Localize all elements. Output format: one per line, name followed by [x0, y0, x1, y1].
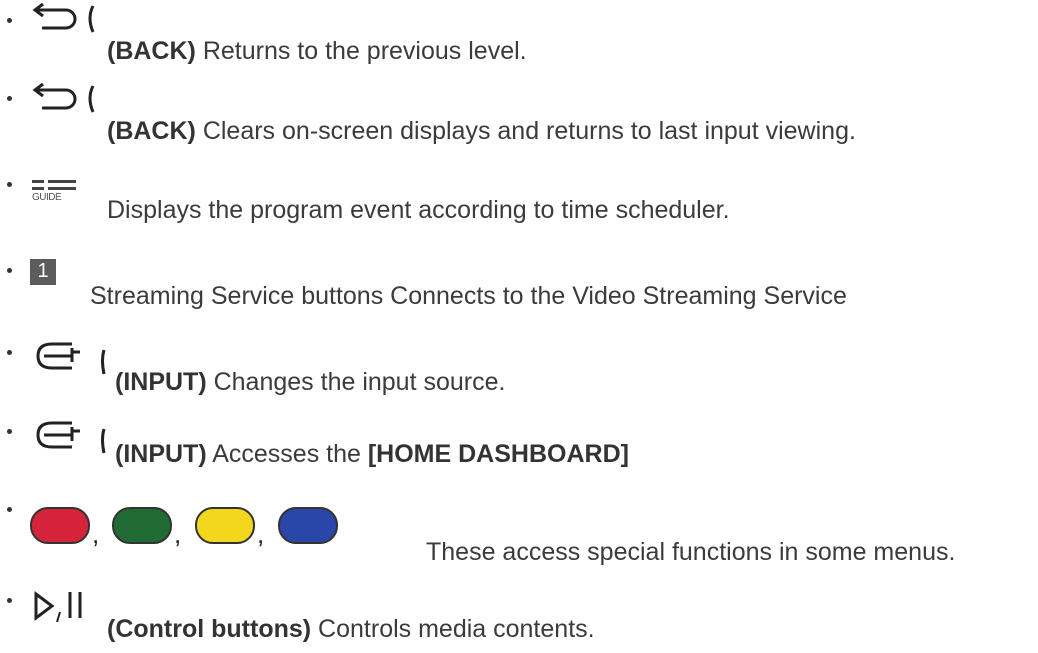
play-pause-icon [34, 591, 82, 622]
color-buttons-icon: , , , [30, 507, 410, 551]
list-item: (Control buttons) Controls media content… [0, 588, 1038, 648]
green-button-icon [112, 507, 172, 544]
bullet [7, 350, 12, 355]
list-item: (INPUT) Changes the input source. [0, 338, 1038, 398]
input-icon [36, 342, 106, 375]
list-item: (BACK) Returns to the previous level. [0, 0, 1038, 65]
guide-icon: GUIDE [32, 180, 92, 206]
bullet [7, 507, 12, 512]
bullet [7, 18, 12, 23]
list-item: (INPUT) Accesses the [HOME DASHBOARD] [0, 417, 1038, 477]
bullet [7, 429, 12, 434]
list-item: , , , These access special functions in … [0, 480, 1038, 566]
streaming-service-1-icon: 1 [30, 259, 56, 285]
blue-button-icon [278, 507, 338, 544]
back-icon [32, 2, 95, 33]
bullet [7, 182, 12, 187]
bullet [7, 268, 12, 273]
bullet [7, 96, 12, 101]
yellow-button-icon [195, 507, 255, 544]
red-button-icon [30, 507, 90, 544]
bullet [7, 598, 12, 603]
input-icon [36, 421, 106, 454]
back-icon [32, 82, 95, 113]
list-item: (BACK) Clears on-screen displays and ret… [0, 82, 1038, 145]
list-item: 1 Streaming Service buttons Connects to … [0, 256, 1038, 316]
list-item: GUIDE Displays the program event accordi… [0, 172, 1038, 232]
